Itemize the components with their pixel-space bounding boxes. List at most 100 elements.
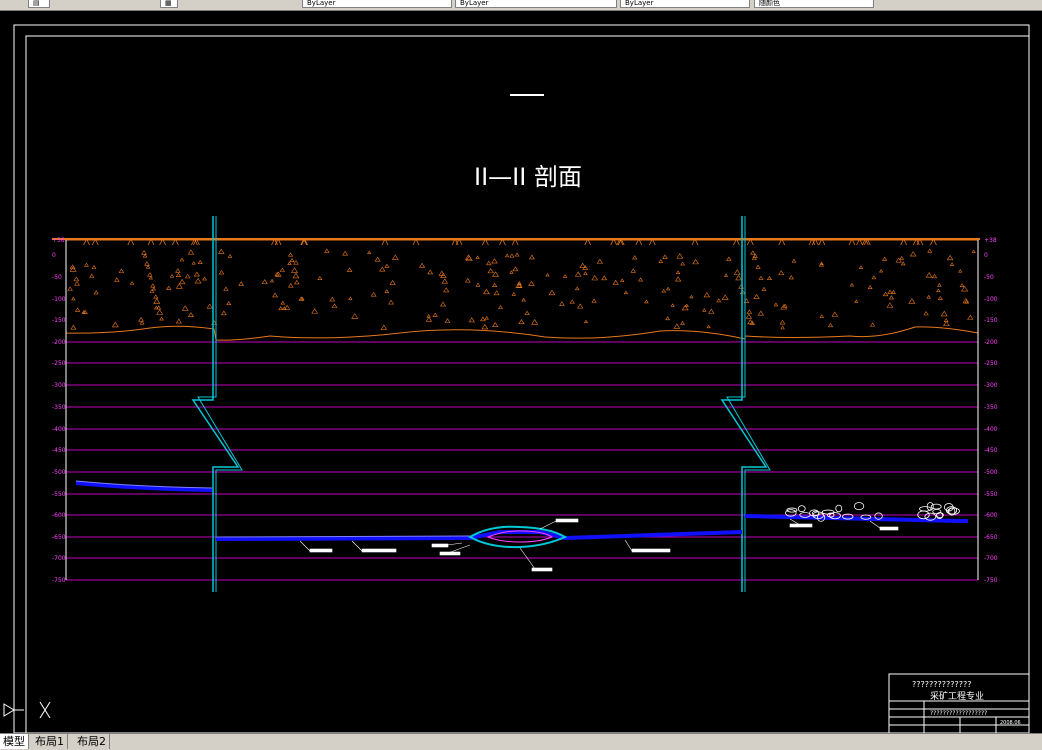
- soil-mark: [733, 269, 741, 275]
- soil-mark: [882, 291, 889, 297]
- soil-mark: [958, 269, 963, 273]
- section-title: II—II 剖面: [474, 163, 582, 191]
- pebble: [919, 506, 932, 512]
- soil-mark: [788, 275, 794, 280]
- elevation-label: -750: [52, 577, 66, 584]
- soil-mark: [227, 253, 233, 258]
- title-block-row: ??????????????????: [930, 710, 987, 717]
- soil-mark: [735, 274, 743, 281]
- soil-mark: [676, 253, 684, 259]
- soil-mark: [673, 323, 681, 329]
- soil-mark: [753, 293, 760, 300]
- overburden-hatch: [67, 238, 976, 330]
- tab-layout2[interactable]: 布局2: [74, 734, 110, 749]
- soil-mark: [940, 310, 948, 317]
- soil-mark: [831, 311, 839, 317]
- soil-mark: [665, 286, 671, 291]
- elevation-label: -100: [984, 296, 998, 303]
- soil-mark: [583, 271, 588, 275]
- soil-mark: [175, 272, 182, 277]
- soil-mark: [528, 254, 535, 260]
- elevation-label: -600: [984, 512, 998, 519]
- soil-mark: [692, 258, 699, 265]
- plotstyle-control-dropdown[interactable]: 随颜色: [754, 0, 874, 8]
- soil-mark: [766, 275, 772, 280]
- soil-mark: [758, 275, 764, 280]
- soil-mark: [272, 292, 279, 298]
- soil-mark: [612, 279, 619, 285]
- soil-mark: [509, 253, 515, 258]
- soil-mark: [675, 270, 681, 275]
- soil-mark: [925, 272, 933, 278]
- soil-mark: [511, 292, 517, 296]
- soil-mark: [342, 250, 349, 256]
- soil-mark: [289, 257, 295, 263]
- soil-mark: [440, 301, 447, 307]
- soil-mark: [118, 268, 125, 273]
- soil-mark: [184, 273, 191, 279]
- soil-mark: [151, 287, 156, 291]
- soil-mark: [202, 276, 207, 281]
- title-block-subtitle: 采矿工程专业: [930, 690, 984, 702]
- soil-mark: [927, 248, 933, 253]
- elevation-label: -500: [984, 469, 998, 476]
- soil-mark: [427, 269, 434, 275]
- soil-mark: [179, 257, 185, 262]
- elevation-label: -150: [52, 317, 66, 324]
- elevation-label: -450: [52, 447, 66, 454]
- overburden-layer: [65, 239, 979, 341]
- soil-mark: [388, 299, 394, 305]
- soil-mark: [153, 298, 161, 304]
- soil-mark: [464, 277, 471, 283]
- elevation-label: -550: [52, 491, 66, 498]
- soil-mark: [181, 305, 189, 311]
- soil-mark: [331, 303, 338, 308]
- soil-mark: [888, 295, 895, 300]
- soil-mark: [747, 319, 754, 325]
- linetype-control-dropdown[interactable]: ByLayer: [455, 0, 617, 8]
- soil-mark: [849, 282, 855, 287]
- outer-frame: [13, 24, 1030, 734]
- soil-mark: [521, 297, 526, 302]
- soil-mark: [444, 318, 451, 323]
- soil-mark: [217, 248, 225, 254]
- soil-mark: [791, 258, 797, 263]
- soil-mark: [562, 274, 568, 278]
- soil-mark: [311, 308, 318, 314]
- soil-mark: [661, 288, 667, 293]
- soil-mark: [926, 294, 931, 299]
- layer-icon[interactable]: ▤: [28, 0, 50, 8]
- soil-mark: [601, 275, 608, 281]
- soil-mark: [191, 261, 196, 265]
- soil-mark: [187, 312, 194, 318]
- soil-mark: [380, 324, 388, 330]
- soil-mark: [487, 268, 494, 274]
- soil-mark: [827, 322, 834, 328]
- soil-mark: [899, 255, 905, 260]
- soil-mark: [159, 316, 165, 321]
- right-elevation-labels: +38 0 -50 -100 -150 -200 -250 -300 -350 -400 -450 -…: [984, 237, 998, 584]
- drawing-canvas[interactable]: II—II 剖面 +38 0 -50 -100 -150 -200 -250 -300 -350…: [0, 11, 1042, 734]
- soil-mark: [949, 262, 955, 266]
- soil-mark: [83, 262, 89, 267]
- shaft-right-inner: [726, 216, 771, 592]
- soil-mark: [280, 300, 286, 305]
- soil-mark: [882, 256, 888, 261]
- soil-mark: [761, 286, 767, 291]
- soil-mark: [292, 272, 300, 279]
- soil-mark: [755, 264, 761, 269]
- soil-mark: [287, 283, 294, 288]
- soil-mark: [432, 312, 438, 317]
- soil-mark: [577, 303, 584, 309]
- color-control-dropdown[interactable]: ByLayer: [302, 0, 452, 8]
- tab-model[interactable]: 模型: [0, 734, 29, 749]
- layer-manager-icon[interactable]: ▦: [160, 0, 178, 8]
- soil-mark: [512, 266, 519, 272]
- soil-mark: [900, 261, 906, 266]
- lineweight-control-dropdown[interactable]: ByLayer: [620, 0, 750, 8]
- tab-layout1[interactable]: 布局1: [32, 734, 68, 749]
- soil-mark: [491, 258, 498, 264]
- soil-mark: [936, 288, 941, 292]
- soil-mark: [384, 263, 390, 268]
- soil-mark: [317, 275, 323, 280]
